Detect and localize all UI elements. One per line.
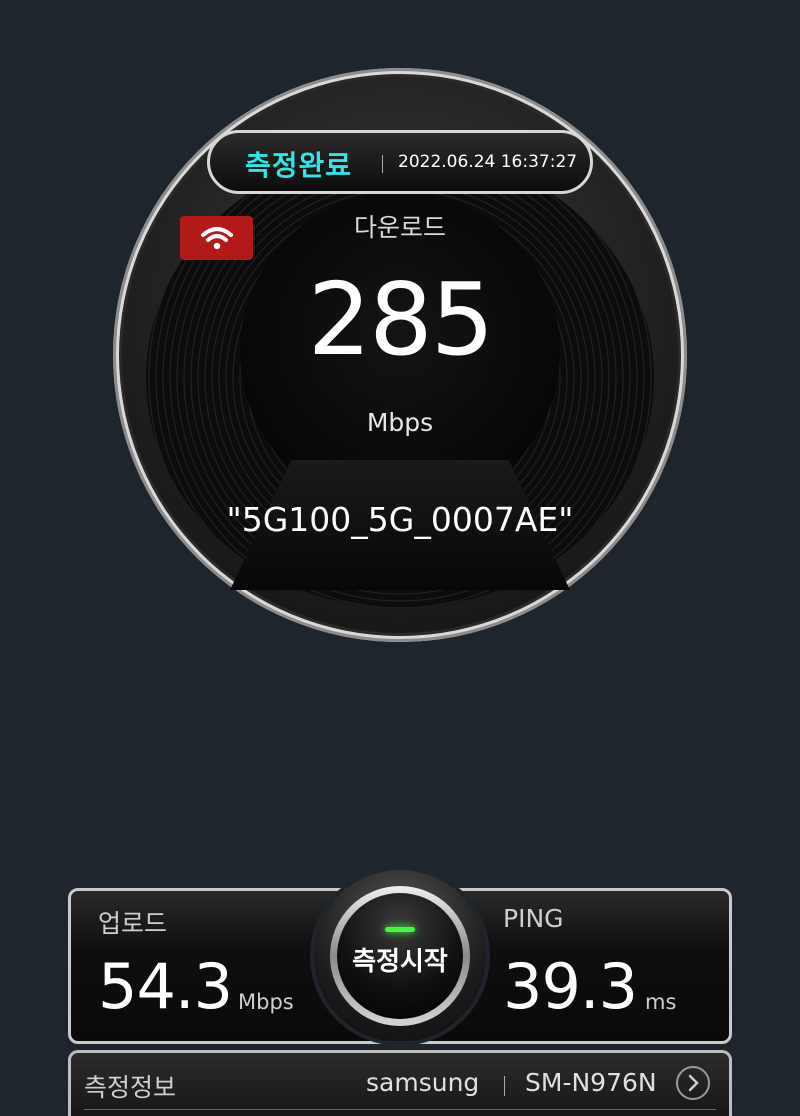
status-pill: 측정완료 2022.06.24 16:37:27: [207, 130, 593, 194]
speed-test-screen: 측정완료 2022.06.24 16:37:27 다운로드 285 Mbps "…: [0, 0, 800, 1116]
download-unit: Mbps: [366, 408, 434, 437]
status-led: [385, 927, 415, 932]
timestamp: 2022.06.24 16:37:27: [398, 152, 578, 172]
start-test-label: 측정시작: [352, 947, 448, 977]
network-name: "5G100_5G_0007AE": [226, 500, 574, 539]
download-label: 다운로드: [353, 213, 446, 242]
info-underline: [84, 1109, 716, 1110]
ping-unit: ms: [645, 990, 677, 1014]
wifi-icon: [200, 227, 233, 250]
ping-value: 39.3: [503, 950, 638, 1023]
device-model: SM-N976N: [525, 1068, 657, 1097]
info-title: 측정정보: [84, 1073, 177, 1102]
upload-value: 54.3: [98, 950, 233, 1023]
chevron-glyph: [688, 1074, 699, 1092]
upload-unit: Mbps: [238, 990, 294, 1014]
wifi-badge: [180, 216, 253, 260]
chevron-right-icon[interactable]: [676, 1066, 710, 1100]
status-text: 측정완료: [245, 149, 353, 182]
device-manufacturer: samsung: [366, 1068, 480, 1097]
upload-label: 업로드: [98, 909, 168, 938]
info-divider: [504, 1076, 505, 1096]
pill-divider: [382, 155, 383, 173]
download-value: 285: [307, 261, 495, 378]
ping-label: PING: [503, 904, 564, 933]
